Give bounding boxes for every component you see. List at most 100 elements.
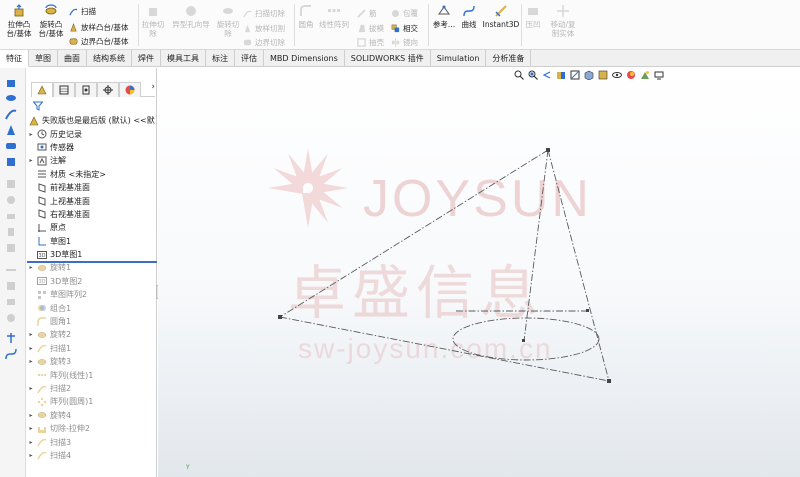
extrude-boss-button[interactable]: 拉伸凸 台/基体 bbox=[4, 4, 34, 38]
radius-end-point[interactable] bbox=[586, 309, 589, 312]
rib-button[interactable]: 筋 bbox=[357, 8, 377, 19]
cone-right-edge[interactable] bbox=[547, 149, 610, 382]
instant3d-button[interactable]: Instant3D bbox=[483, 4, 519, 29]
loft-strip-icon[interactable] bbox=[5, 124, 17, 136]
expand-arrow-icon[interactable]: ▸ bbox=[27, 264, 35, 271]
swept-cut-button[interactable]: 扫描切除 bbox=[243, 8, 285, 19]
revolve-cut-button[interactable]: 旋转切 除 bbox=[217, 4, 239, 38]
apex-point[interactable] bbox=[546, 148, 550, 152]
intersect-button[interactable]: 相交 bbox=[391, 23, 418, 34]
feature-tree-item[interactable]: 阵列(线性)1 bbox=[27, 368, 157, 381]
feature-tree-item[interactable]: 材质 <未指定> bbox=[27, 168, 157, 181]
boundary-strip-icon[interactable] bbox=[5, 140, 17, 152]
expand-arrow-icon[interactable]: ▸ bbox=[27, 385, 35, 392]
tab-surfaces[interactable]: 曲面 bbox=[58, 50, 87, 67]
tab-mold-tools[interactable]: 模具工具 bbox=[161, 50, 206, 67]
wrap-button[interactable]: 包覆 bbox=[391, 8, 418, 19]
cone-left-edge[interactable] bbox=[279, 149, 549, 318]
tab-analysis-prep[interactable]: 分析准备 bbox=[486, 50, 532, 67]
curves-button[interactable]: 曲线 bbox=[459, 4, 479, 29]
tab-weldments[interactable]: 焊件 bbox=[132, 50, 161, 67]
feature-tree-item[interactable]: ▸ 旋转3 bbox=[27, 355, 157, 368]
tab-mbd-dimensions[interactable]: MBD Dimensions bbox=[264, 50, 345, 67]
feature-tree-item[interactable]: ▸ 旋转1 bbox=[27, 261, 157, 274]
expand-arrow-icon[interactable]: ▸ bbox=[27, 412, 35, 419]
lofted-cut-button[interactable]: 放样切割 bbox=[243, 23, 285, 34]
base-center-point[interactable] bbox=[522, 339, 525, 342]
rollback-bar[interactable] bbox=[27, 261, 157, 263]
reference-geometry-button[interactable]: 参考... bbox=[431, 4, 457, 29]
tab-configuration-manager[interactable] bbox=[75, 82, 97, 97]
feature-tree-item[interactable]: 右视基准面 bbox=[27, 208, 157, 221]
feature-tree-item[interactable]: 阵列(圆周)1 bbox=[27, 395, 157, 408]
feature-tree-item[interactable]: ▸ 旋转2 bbox=[27, 328, 157, 341]
expand-arrow-icon[interactable]: ▸ bbox=[27, 425, 35, 432]
feature-tree-item[interactable]: 传感器 bbox=[27, 141, 157, 154]
hole-wizard-button[interactable]: 异型孔向导 bbox=[169, 4, 213, 29]
tab-dimxpert-manager[interactable] bbox=[97, 82, 119, 97]
tab-structure-system[interactable]: 结构系统 bbox=[87, 50, 132, 67]
tab-feature-manager[interactable] bbox=[31, 82, 53, 97]
feature-tree-item[interactable]: ▸ 扫描3 bbox=[27, 435, 157, 448]
cube-strip-icon[interactable] bbox=[5, 156, 17, 168]
boundary-boss-button[interactable]: 边界凸台/基体 bbox=[69, 36, 129, 47]
reference-strip-icon[interactable] bbox=[5, 332, 17, 344]
extrude-cut-button[interactable]: 拉伸切 除 bbox=[142, 4, 164, 38]
fillet-button[interactable]: 圆角 bbox=[297, 4, 315, 29]
move-copy-body-button[interactable]: 移动/复 制实体 bbox=[545, 4, 581, 38]
feature-tree-item[interactable]: ▸ 注解 bbox=[27, 154, 157, 167]
cone-base-line[interactable] bbox=[279, 316, 610, 382]
tab-property-manager[interactable] bbox=[53, 82, 75, 97]
feature-tree-root[interactable]: 失败版也是最后版 (默认) <<默 bbox=[27, 114, 157, 127]
boundary-cut-button[interactable]: 边界切除 bbox=[243, 37, 285, 48]
expand-arrow-icon[interactable]: ▸ bbox=[27, 131, 35, 138]
feature-tree-item[interactable]: ▸ 历史记录 bbox=[27, 127, 157, 140]
mirror-button[interactable]: 镜向 bbox=[391, 37, 418, 48]
feature-tree-item[interactable]: ▸ 扫描1 bbox=[27, 342, 157, 355]
loft-boss-button[interactable]: 放样凸台/基体 bbox=[69, 22, 129, 33]
feature-tree-item[interactable]: 组合1 bbox=[27, 301, 157, 314]
expand-arrow-icon[interactable]: ▸ bbox=[27, 452, 35, 459]
panel-next-arrow[interactable]: › bbox=[151, 82, 155, 92]
shell-button[interactable]: 抽壳 bbox=[357, 37, 384, 48]
feature-tree-item[interactable]: ▸ 切除-拉伸2 bbox=[27, 422, 157, 435]
expand-arrow-icon[interactable]: ▸ bbox=[27, 157, 35, 164]
3d-sketch-cone[interactable] bbox=[158, 68, 800, 477]
feature-tree-item[interactable]: 草图1 bbox=[27, 235, 157, 248]
graphics-area[interactable]: JOYSUN 卓盛信息 sw-joysun.com.cn Y bbox=[158, 68, 800, 477]
feature-tree-item[interactable]: 圆角1 bbox=[27, 315, 157, 328]
feature-tree-item[interactable]: ▸ 扫描2 bbox=[27, 382, 157, 395]
expand-arrow-icon[interactable]: ▸ bbox=[27, 345, 35, 352]
linear-pattern-button[interactable]: 线性阵列 bbox=[318, 4, 350, 29]
feature-tree-item[interactable]: 3D 3D草图2 bbox=[27, 275, 157, 288]
revolve-strip-icon[interactable] bbox=[5, 92, 17, 104]
expand-arrow-icon[interactable]: ▸ bbox=[27, 439, 35, 446]
filter-icon[interactable] bbox=[33, 101, 43, 111]
feature-tree-item[interactable]: 草图阵列2 bbox=[27, 288, 157, 301]
feature-tree-item[interactable]: ▸ 旋转4 bbox=[27, 409, 157, 422]
feature-tree-item[interactable]: 3D 3D草图1 bbox=[27, 248, 157, 261]
draft-button[interactable]: 拔模 bbox=[357, 23, 384, 34]
sweep-strip-icon[interactable] bbox=[5, 108, 17, 120]
sweep-button[interactable]: 扫描 bbox=[69, 6, 96, 17]
tab-evaluate[interactable]: 评估 bbox=[235, 50, 264, 67]
base-left-point[interactable] bbox=[278, 315, 282, 319]
feature-tree-item[interactable]: 原点 bbox=[27, 221, 157, 234]
curve-strip-icon[interactable] bbox=[5, 348, 17, 360]
expand-arrow-icon[interactable]: ▸ bbox=[27, 331, 35, 338]
tab-sketch[interactable]: 草图 bbox=[29, 50, 58, 67]
revolve-boss-button[interactable]: 旋转凸 台/基体 bbox=[36, 4, 66, 38]
feature-tree-item[interactable]: 前视基准面 bbox=[27, 181, 157, 194]
tab-display-manager[interactable] bbox=[119, 82, 141, 97]
indent-button[interactable]: 压凹 bbox=[524, 4, 542, 29]
extrude-strip-icon[interactable] bbox=[5, 76, 17, 88]
cone-axis[interactable] bbox=[523, 149, 549, 342]
tab-solidworks-addins[interactable]: SOLIDWORKS 插件 bbox=[345, 50, 431, 67]
tab-simulation[interactable]: Simulation bbox=[431, 50, 487, 67]
tab-features[interactable]: 特征 bbox=[0, 50, 29, 67]
feature-tree-item[interactable]: 上视基准面 bbox=[27, 194, 157, 207]
base-right-point[interactable] bbox=[607, 379, 611, 383]
feature-tree-item[interactable]: ▸ 扫描4 bbox=[27, 449, 157, 462]
expand-arrow-icon[interactable]: ▸ bbox=[27, 358, 35, 365]
tab-markup[interactable]: 标注 bbox=[206, 50, 235, 67]
